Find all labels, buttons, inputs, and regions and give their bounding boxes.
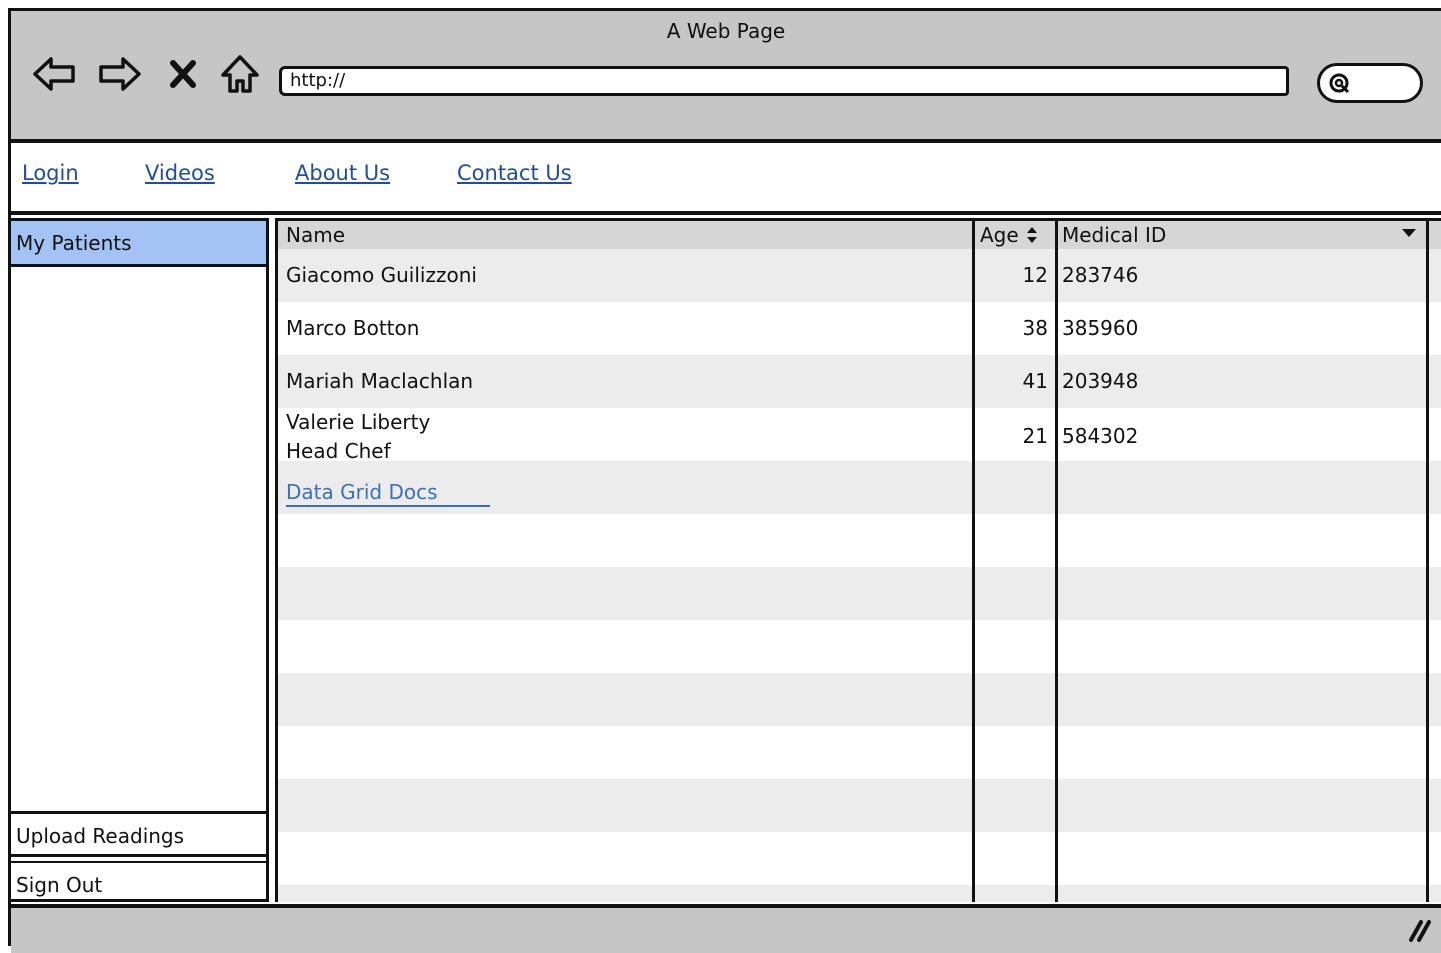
home-icon[interactable] <box>217 51 263 97</box>
patients-data-grid: Name Age Medical ID Giacomo Guilizzoni 1… <box>275 218 1441 902</box>
cell-name: Mariah Maclachlan <box>286 369 474 393</box>
column-header-age[interactable]: Age <box>980 221 1019 249</box>
column-divider <box>1426 221 1429 902</box>
cell-medical-id: 283746 <box>1062 263 1139 287</box>
cell-age: 38 <box>1022 316 1048 340</box>
sidebar: My Patients Upload Readings Sign Out <box>11 218 269 902</box>
window-title: A Web Page <box>666 19 786 43</box>
data-grid-docs-link[interactable]: Data Grid Docs <box>286 479 490 507</box>
cell-medical-id: 385960 <box>1062 316 1139 340</box>
nav-link-contact-us[interactable]: Contact Us <box>457 161 572 185</box>
cell-name: Giacomo Guilizzoni <box>286 263 477 287</box>
forward-arrow-icon[interactable] <box>97 51 143 97</box>
grid-stripe <box>278 620 1441 673</box>
sort-icon[interactable] <box>1024 221 1040 249</box>
stop-icon[interactable] <box>165 51 201 97</box>
grid-stripe <box>278 514 1441 567</box>
dropdown-arrow-icon[interactable] <box>1400 221 1418 249</box>
cell-age: 41 <box>1022 369 1048 393</box>
top-navigation: Login Videos About Us Contact Us <box>11 143 1441 215</box>
cell-age: 12 <box>1022 263 1048 287</box>
grid-stripe <box>278 567 1441 620</box>
grid-stripe <box>278 302 1441 355</box>
grid-stripe <box>278 408 1441 461</box>
nav-link-login[interactable]: Login <box>22 161 79 185</box>
cell-name: Valerie Liberty <box>286 410 431 434</box>
column-header-name[interactable]: Name <box>286 221 345 249</box>
cell-medical-id: 584302 <box>1062 424 1139 448</box>
back-arrow-icon[interactable] <box>31 51 77 97</box>
grid-header: Name Age Medical ID <box>278 221 1441 249</box>
search-field[interactable] <box>1317 63 1423 103</box>
nav-link-about-us[interactable]: About Us <box>295 161 390 185</box>
cell-name: Marco Botton <box>286 316 420 340</box>
sidebar-item-upload-readings[interactable]: Upload Readings <box>11 811 266 857</box>
search-icon[interactable] <box>1328 72 1352 96</box>
cell-medical-id: 203948 <box>1062 369 1139 393</box>
grid-stripe <box>278 885 1441 902</box>
browser-chrome: A Web Page http:// <box>11 11 1441 143</box>
cell-name-subtitle: Head Chef <box>286 439 391 463</box>
cell-age: 21 <box>1022 424 1048 448</box>
grid-stripe <box>278 726 1441 779</box>
grid-stripe <box>278 779 1441 832</box>
browser-window: A Web Page http:// Login Videos About Us… <box>8 8 1441 953</box>
nav-link-videos[interactable]: Videos <box>145 161 215 185</box>
url-input[interactable]: http:// <box>279 66 1289 96</box>
column-divider <box>1055 221 1058 902</box>
sidebar-item-my-patients[interactable]: My Patients <box>11 221 266 267</box>
resize-grip-icon[interactable] <box>1405 918 1433 942</box>
grid-stripe <box>278 832 1441 885</box>
column-header-medical-id[interactable]: Medical ID <box>1062 221 1166 249</box>
sidebar-item-sign-out[interactable]: Sign Out <box>11 861 266 907</box>
grid-stripe <box>278 673 1441 726</box>
